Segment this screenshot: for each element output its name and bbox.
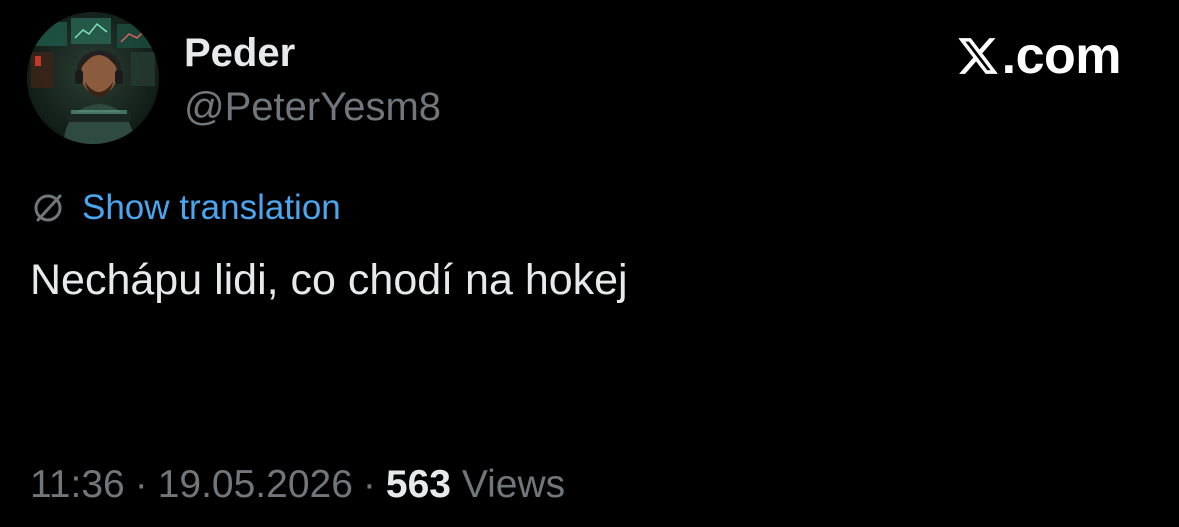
- tweet-text: Nechápu lidi, co chodí na hokej: [30, 256, 628, 304]
- x-logo-icon: [957, 38, 998, 74]
- brand-logo: .com: [956, 27, 1122, 85]
- show-translation-button[interactable]: Show translation: [30, 186, 341, 230]
- author-display-name[interactable]: Peder: [184, 30, 295, 76]
- globe-icon: [34, 194, 62, 222]
- views-label: Views: [461, 463, 566, 506]
- author-handle[interactable]: @PeterYesm8: [184, 84, 441, 130]
- tweet-meta: 11:36 · 19.05.2026 · 563 Views: [30, 462, 565, 508]
- brand-domain: .com: [1001, 27, 1122, 85]
- show-translation-label: Show translation: [82, 188, 341, 227]
- views-count[interactable]: 563: [386, 463, 451, 506]
- tweet-card: Peder @PeterYesm8 .com Show translation …: [0, 0, 1179, 527]
- meta-separator: ·: [134, 463, 148, 506]
- avatar-image: [27, 12, 159, 144]
- avatar[interactable]: [27, 12, 159, 144]
- tweet-date[interactable]: 19.05.2026: [158, 463, 353, 506]
- meta-separator: ·: [362, 463, 376, 506]
- tweet-time[interactable]: 11:36: [30, 463, 125, 506]
